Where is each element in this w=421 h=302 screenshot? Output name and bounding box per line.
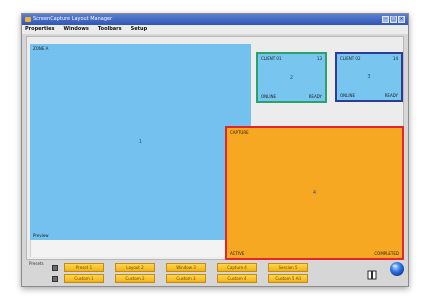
preset-toolbar: Presets Preset 1 Layout 2 Window 3 Captu… (26, 261, 405, 284)
orange-capture-zone[interactable]: CAPTURE 4 ACTIVE COMPLETED (225, 126, 404, 260)
navy-zone-status: ONLINE (340, 93, 356, 98)
preset-row-icon (52, 265, 58, 271)
preset-button-2[interactable]: Layout 2 (115, 263, 155, 272)
menu-toolbars[interactable]: Toolbars (98, 25, 122, 34)
layout-workspace: ZONE A 1 Preview CLIENT 01 13 2 ONLINE R… (26, 36, 404, 260)
navy-zone-title: CLIENT 02 (340, 56, 361, 61)
blue-zone-number: 1 (138, 139, 143, 145)
menu-bar: Properties Windows Toolbars Setup (22, 25, 408, 34)
orange-zone-state: COMPLETED (374, 251, 399, 256)
menu-properties[interactable]: Properties (25, 25, 54, 34)
green-zone-number: 2 (289, 74, 294, 81)
custom-button-3[interactable]: Custom 3 (166, 274, 206, 283)
green-client-zone[interactable]: CLIENT 01 13 2 ONLINE READY (256, 52, 327, 103)
preset-button-5[interactable]: Session 5 (268, 263, 308, 272)
menu-windows[interactable]: Windows (63, 25, 88, 34)
globe-icon[interactable] (389, 261, 405, 277)
navy-zone-id: 14 (392, 56, 398, 61)
maximize-button[interactable]: □ (390, 16, 397, 23)
custom-row-icon (52, 276, 58, 282)
navy-client-zone[interactable]: CLIENT 02 14 3 ONLINE READY (335, 52, 403, 102)
navy-zone-number: 3 (367, 74, 371, 80)
orange-zone-title: CAPTURE (230, 130, 249, 135)
green-zone-status: ONLINE (261, 94, 277, 99)
preset-button-1[interactable]: Preset 1 (64, 263, 104, 272)
custom-button-1[interactable]: Custom 1 (64, 274, 104, 283)
custom-button-5[interactable]: Custom 5 All (268, 274, 308, 283)
presets-label: Presets (29, 261, 44, 266)
window-controls: – □ × (382, 16, 405, 23)
green-zone-state: READY (308, 94, 322, 99)
orange-zone-status: ACTIVE (230, 251, 245, 256)
blue-zone-footer (30, 240, 252, 257)
main-blue-zone[interactable]: ZONE A 1 Preview (30, 44, 251, 240)
book-icon[interactable] (367, 265, 377, 280)
green-zone-title: CLIENT 01 (261, 56, 282, 61)
window-title: ScreenCapture Layout Manager (33, 16, 113, 22)
orange-zone-number: 4 (312, 190, 317, 196)
preset-button-3[interactable]: Window 3 (166, 263, 206, 272)
navy-zone-state: READY (384, 93, 398, 98)
close-button[interactable]: × (398, 16, 405, 23)
custom-button-4[interactable]: Custom 4 (217, 274, 257, 283)
custom-button-2[interactable]: Custom 2 (115, 274, 155, 283)
green-zone-id: 13 (316, 56, 322, 61)
menu-setup[interactable]: Setup (131, 25, 148, 34)
preset-button-4[interactable]: Capture 4 (217, 263, 257, 272)
app-window: ScreenCapture Layout Manager – □ × Prope… (21, 13, 409, 287)
blue-zone-title: ZONE A (33, 46, 49, 51)
title-bar: ScreenCapture Layout Manager – □ × (22, 14, 408, 25)
app-icon (25, 17, 31, 22)
minimize-button[interactable]: – (382, 16, 389, 23)
blue-zone-caption: Preview (33, 233, 49, 238)
